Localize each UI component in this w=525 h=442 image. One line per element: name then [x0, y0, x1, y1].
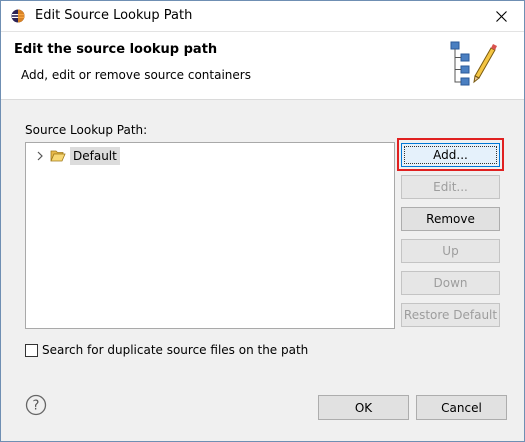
source-lookup-path-label: Source Lookup Path: [25, 123, 148, 137]
chevron-right-icon[interactable] [34, 150, 46, 162]
down-button[interactable]: Down [401, 271, 500, 295]
edit-path-icon [450, 41, 497, 86]
eclipse-icon [11, 9, 25, 23]
tree-item-label: Default [70, 147, 120, 165]
close-button[interactable] [478, 1, 524, 31]
tree-item-default[interactable]: Default [34, 147, 120, 165]
remove-button[interactable]: Remove [401, 207, 500, 231]
ok-button[interactable]: OK [318, 395, 409, 420]
cancel-button[interactable]: Cancel [416, 395, 507, 420]
title-bar[interactable]: Edit Source Lookup Path [1, 1, 524, 32]
svg-text:?: ? [33, 399, 40, 414]
help-icon[interactable]: ? [25, 394, 47, 416]
search-duplicates-checkbox[interactable] [25, 343, 38, 357]
window-title: Edit Source Lookup Path [35, 8, 193, 23]
folder-open-icon [50, 150, 66, 162]
edit-button[interactable]: Edit... [401, 175, 500, 199]
search-duplicates-label[interactable]: Search for duplicate source files on the… [42, 343, 308, 357]
header-banner: Edit the source lookup path Add, edit or… [1, 32, 524, 100]
add-button[interactable]: Add... [401, 143, 500, 167]
close-icon [495, 10, 507, 22]
source-lookup-tree[interactable]: Default [25, 142, 395, 329]
banner-subtitle: Add, edit or remove source containers [21, 68, 251, 82]
dialog-window: Edit Source Lookup Path Edit the source … [0, 0, 525, 442]
banner-title: Edit the source lookup path [14, 42, 218, 57]
search-duplicates-option[interactable]: Search for duplicate source files on the… [25, 343, 308, 357]
up-button[interactable]: Up [401, 239, 500, 263]
restore-default-button[interactable]: Restore Default [401, 303, 500, 327]
